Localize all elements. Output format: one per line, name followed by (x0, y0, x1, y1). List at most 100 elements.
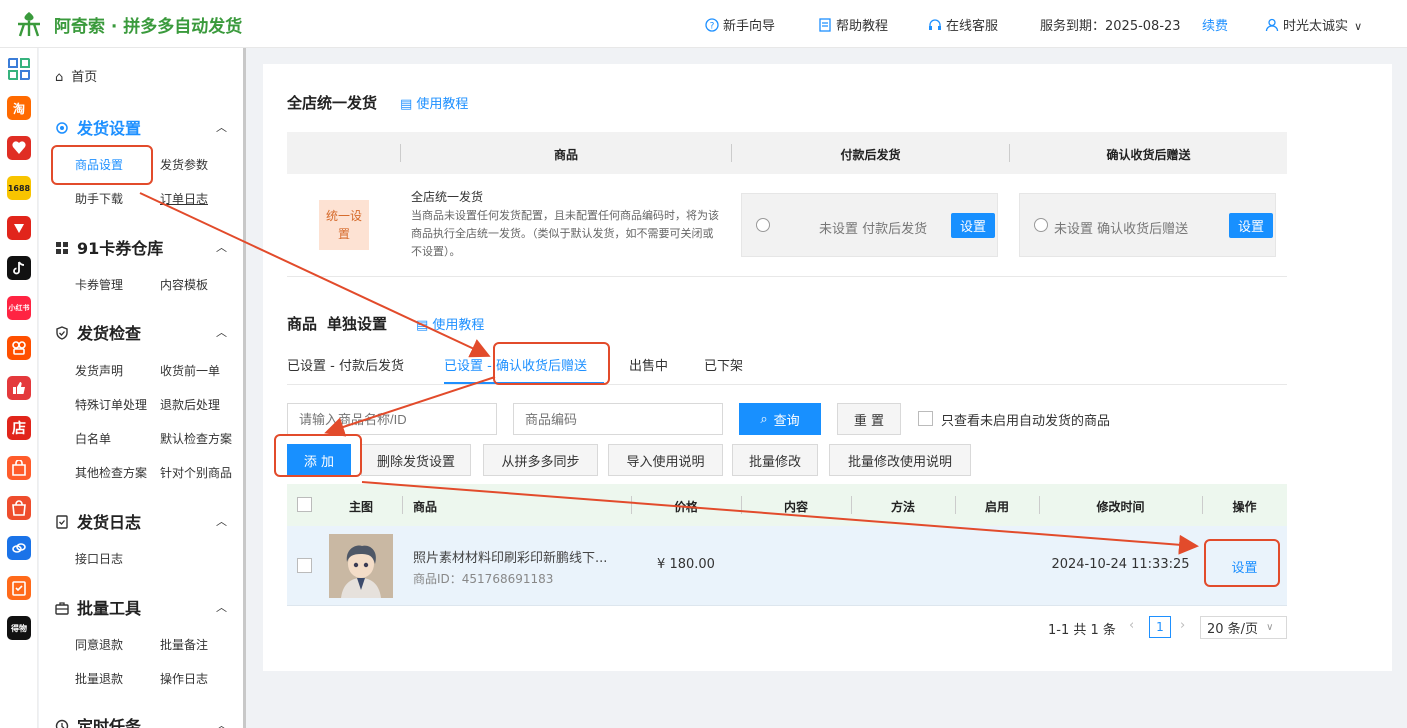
alibaba-1688-icon[interactable]: 1688 (7, 176, 31, 200)
sidebar-section-batch-tools[interactable]: 批量工具 (55, 595, 141, 619)
user-menu[interactable]: 时光太诚实 ∨ (1265, 15, 1362, 34)
confirm-gift-box: 未设置 确认收货后赠送 设置 (1019, 193, 1276, 257)
user-name: 时光太诚实 (1283, 19, 1349, 34)
sidebar-item-other-check[interactable]: 其他检查方案 (75, 464, 147, 481)
product-search-input[interactable] (287, 403, 497, 435)
store-section-title: 全店统一发货 (287, 94, 378, 112)
modified-time: 2024-10-24 11:33:25 (1051, 557, 1190, 572)
pay-ship-set-button[interactable]: 设置 (951, 213, 995, 238)
page-number[interactable]: 1 (1149, 616, 1171, 638)
sidebar-section-shipping-check[interactable]: 发货检查 (55, 320, 141, 344)
col-product: 商品 (553, 148, 578, 162)
jd-icon[interactable] (7, 216, 31, 240)
pay-ship-status: 未设置 付款后发货 (819, 222, 928, 237)
sidebar-section-scheduled-tasks[interactable]: 定时任务 (55, 713, 141, 728)
grid-apps-icon[interactable] (7, 57, 31, 81)
shopee-icon[interactable] (7, 496, 31, 520)
dewu-icon[interactable]: 得物 (7, 616, 31, 640)
clock-icon (55, 719, 69, 728)
col-price: 价格 (673, 500, 698, 514)
sidebar-section-shipping-log[interactable]: 发货日志 (55, 509, 141, 533)
pay-ship-radio[interactable] (756, 218, 770, 232)
tab-on-sale[interactable]: 出售中 (629, 355, 668, 374)
product-name[interactable]: 照片素材材料印刷彩印新鹏线下... (413, 547, 607, 566)
next-page-icon[interactable]: › (1180, 618, 1185, 633)
kuaishou-icon[interactable] (7, 336, 31, 360)
renew-link[interactable]: 续费 (1202, 15, 1228, 34)
coupon-icon[interactable] (7, 576, 31, 600)
col-image: 主图 (348, 500, 373, 514)
prev-page-icon[interactable]: ‹ (1129, 618, 1134, 633)
shopping-bag-icon[interactable] (7, 456, 31, 480)
product-price: ¥ 180.00 (657, 557, 715, 572)
sidebar-item-after-refund[interactable]: 退款后处理 (160, 396, 220, 413)
sidebar-item-batch-refund[interactable]: 批量退款 (75, 670, 123, 687)
batch-edit-button[interactable]: 批量修改 (732, 444, 818, 476)
sidebar-item-card-manage[interactable]: 卡券管理 (75, 276, 123, 293)
thumbs-up-icon[interactable] (7, 376, 31, 400)
product-code-input[interactable] (513, 403, 723, 435)
sidebar-item-shipping-statement[interactable]: 发货声明 (75, 362, 123, 379)
sidebar-item-shipping-params[interactable]: 发货参数 (160, 156, 208, 173)
highlight-product-settings (51, 145, 153, 185)
delete-setting-button[interactable]: 删除发货设置 (361, 444, 471, 476)
sidebar-item-api-log[interactable]: 接口日志 (75, 550, 123, 567)
taobao-icon[interactable]: 淘 (7, 96, 31, 120)
nav-service[interactable]: 在线客服 (928, 15, 998, 34)
pinduoduo-icon[interactable] (7, 136, 31, 160)
product-thumbnail[interactable] (329, 534, 393, 598)
nav-guide[interactable]: ? 新手向导 (705, 15, 775, 34)
col-modified-time: 修改时间 (1096, 500, 1145, 514)
chevron-up-icon[interactable]: ︿ (216, 119, 227, 135)
sidebar-item-order-log[interactable]: 订单日志 (160, 190, 208, 207)
chevron-up-icon[interactable]: ︿ (216, 717, 227, 728)
import-guide-button[interactable]: 导入使用说明 (608, 444, 723, 476)
page-size-select[interactable]: 20 条/页 ∨ (1200, 616, 1287, 639)
reset-button[interactable]: 重 置 (837, 403, 901, 435)
highlight-set-link (1204, 539, 1280, 587)
sidebar-item-assistant-download[interactable]: 助手下载 (75, 190, 123, 207)
sidebar-item-operation-log[interactable]: 操作日志 (160, 670, 208, 687)
only-unenabled-checkbox[interactable] (918, 411, 933, 426)
sidebar-item-special-orders[interactable]: 特殊订单处理 (75, 396, 147, 413)
chevron-up-icon[interactable]: ︿ (216, 239, 227, 255)
sidebar-section-shipping-settings[interactable]: 发货设置 (55, 115, 141, 139)
douyin-icon[interactable] (7, 256, 31, 280)
sidebar-section-card-warehouse[interactable]: 91卡券仓库 (55, 235, 163, 259)
sidebar-item-home[interactable]: ⌂ 首页 (55, 66, 97, 85)
xiaohongshu-icon[interactable]: 小红书 (7, 296, 31, 320)
chevron-up-icon[interactable]: ︿ (216, 513, 227, 529)
sidebar-scrollbar[interactable] (243, 48, 246, 728)
sync-pdd-button[interactable]: 从拼多多同步 (483, 444, 598, 476)
product-help-link[interactable]: ▤ 使用教程 (416, 314, 484, 333)
select-all-checkbox[interactable] (297, 497, 312, 512)
chevron-up-icon[interactable]: ︿ (216, 324, 227, 340)
search-icon: ⌕ (760, 411, 768, 427)
product-section-title: 商品 单独设置 (287, 313, 387, 334)
service-expiry: 服务到期：2025-08-23 (1040, 19, 1181, 34)
store-table-header: 商品 付款后发货 确认收货后赠送 (287, 132, 1287, 174)
query-button[interactable]: ⌕ 查询 (739, 403, 821, 435)
sidebar-item-batch-note[interactable]: 批量备注 (160, 636, 208, 653)
nav-help[interactable]: 帮助教程 (818, 15, 888, 34)
link-icon[interactable] (7, 536, 31, 560)
chevron-up-icon[interactable]: ︿ (216, 599, 227, 615)
sidebar-item-whitelist[interactable]: 白名单 (75, 430, 111, 447)
section-title: 发货日志 (77, 513, 142, 532)
section-title: 91卡券仓库 (77, 239, 164, 258)
store-help-link[interactable]: ▤ 使用教程 (400, 93, 468, 112)
row-checkbox[interactable] (297, 558, 312, 573)
sidebar-item-agree-refund[interactable]: 同意退款 (75, 636, 123, 653)
tab-paid-shipping[interactable]: 已设置 - 付款后发货 (287, 355, 404, 374)
section-title: 定时任务 (77, 717, 142, 728)
sidebar-item-content-template[interactable]: 内容模板 (160, 276, 208, 293)
sidebar-item-pre-receipt[interactable]: 收货前一单 (160, 362, 220, 379)
highlight-confirm-gift-tab (493, 342, 610, 385)
sidebar-item-default-check[interactable]: 默认检查方案 (160, 430, 232, 447)
confirm-gift-radio[interactable] (1034, 218, 1048, 232)
sidebar-item-specific-products[interactable]: 针对个别商品 (160, 464, 232, 481)
store-icon[interactable]: 店 (7, 416, 31, 440)
confirm-gift-set-button[interactable]: 设置 (1229, 213, 1273, 238)
tab-off-shelf[interactable]: 已下架 (704, 355, 743, 374)
batch-edit-guide-button[interactable]: 批量修改使用说明 (829, 444, 971, 476)
